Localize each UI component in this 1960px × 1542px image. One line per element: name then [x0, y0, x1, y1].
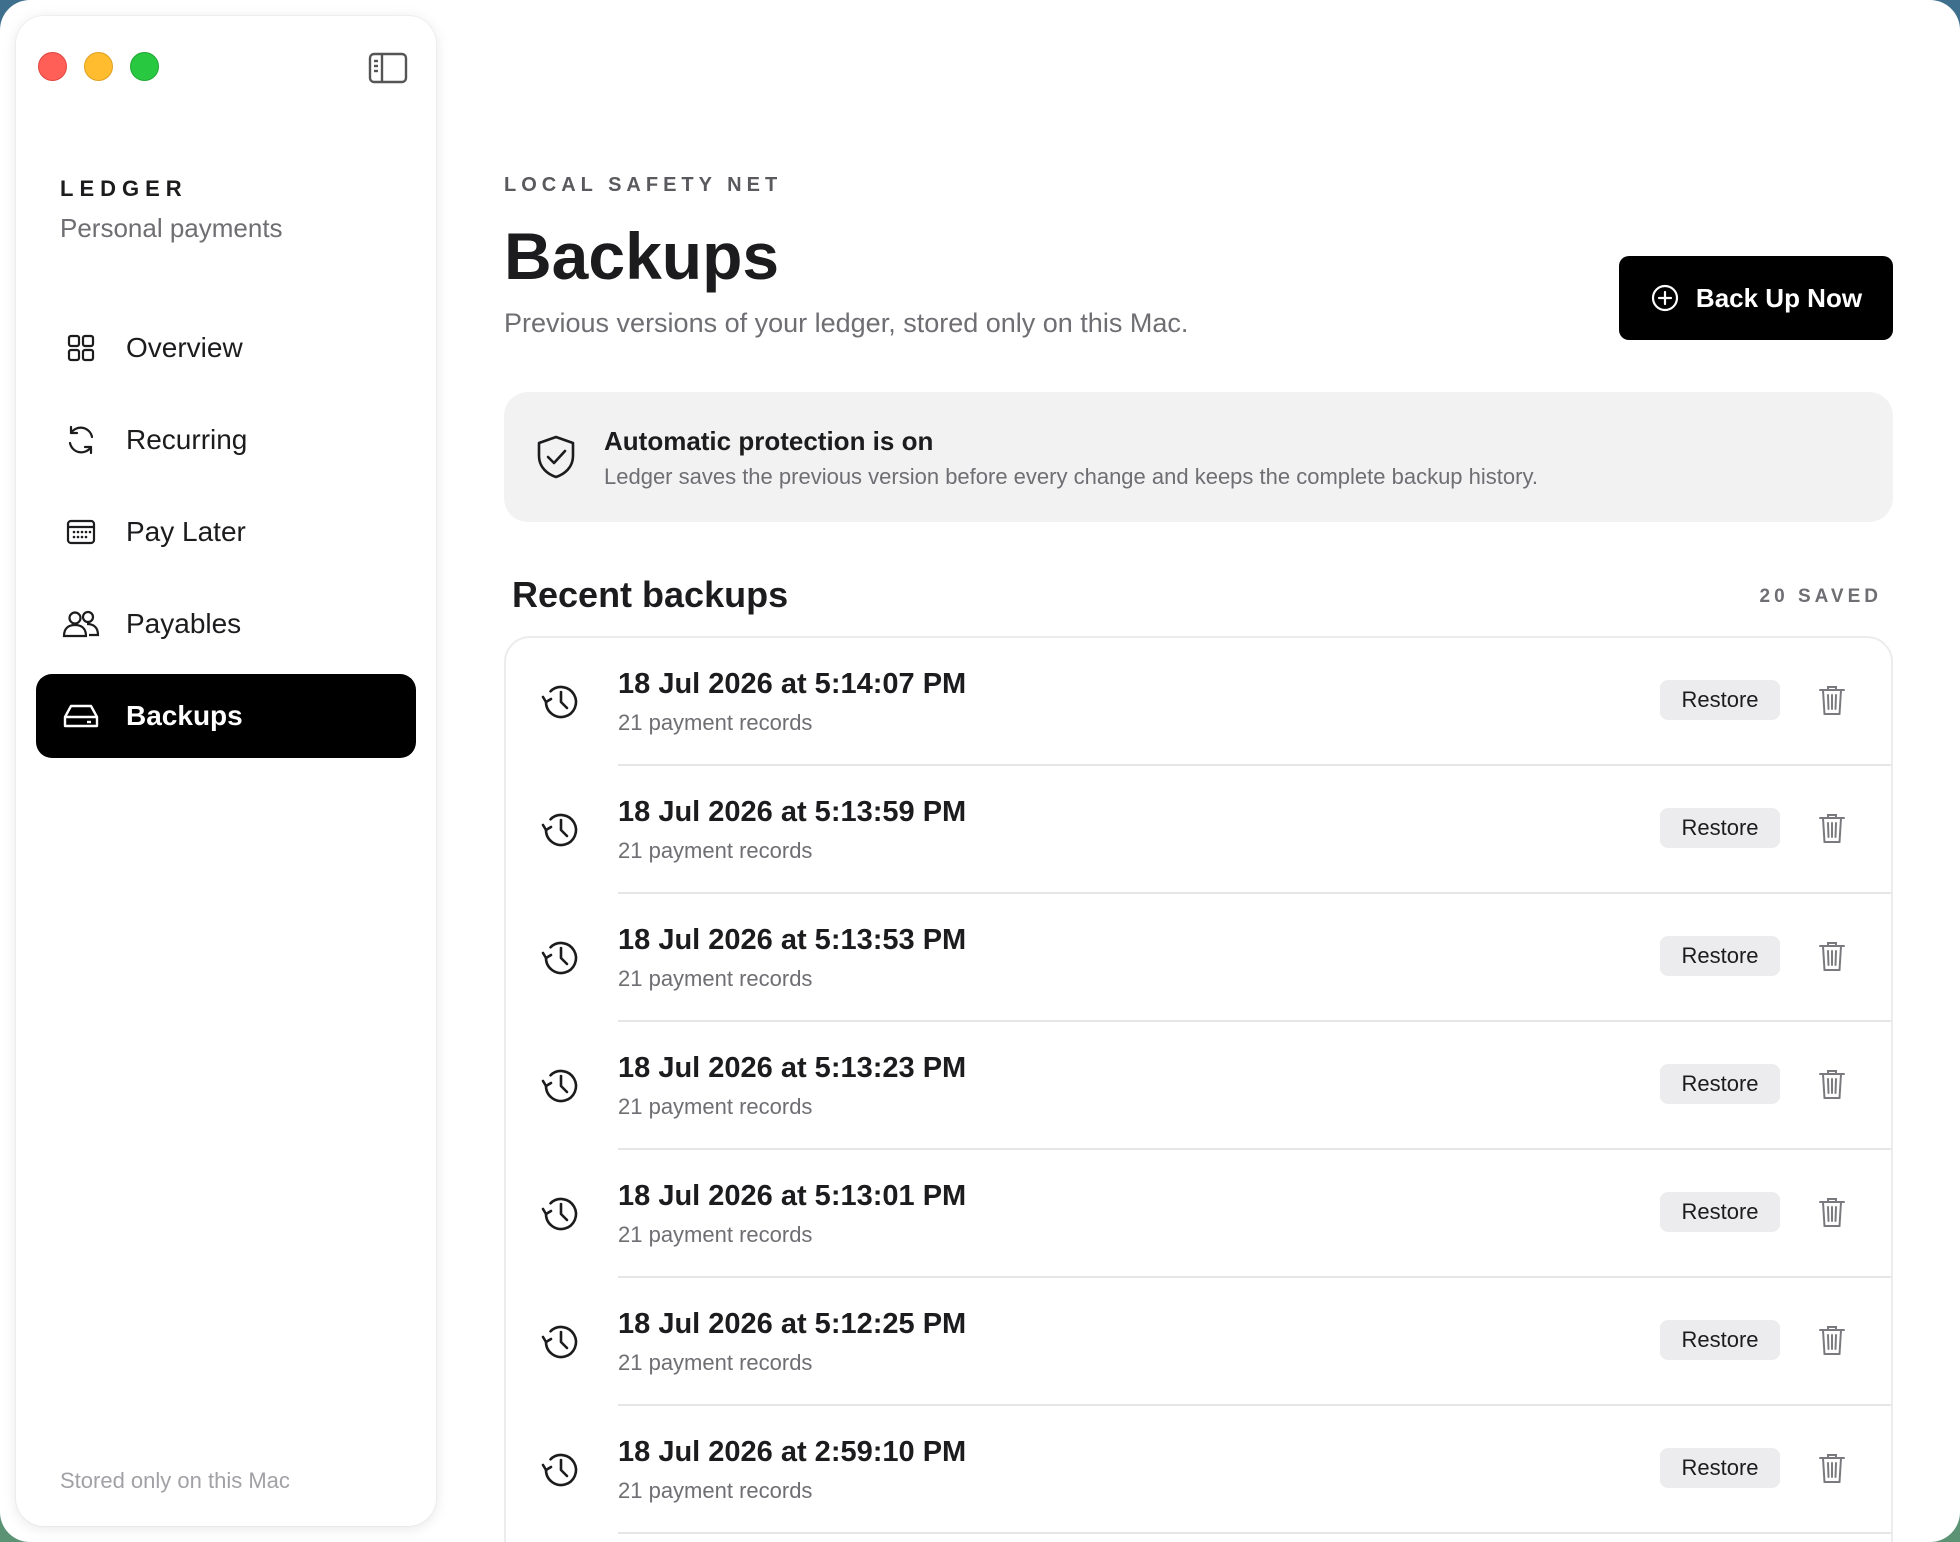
calendar-icon — [62, 513, 100, 551]
restore-button[interactable]: Restore — [1660, 808, 1780, 848]
close-window-button[interactable] — [38, 52, 67, 81]
sidebar-footer: Stored only on this Mac — [60, 1468, 290, 1493]
trash-icon[interactable] — [1818, 1324, 1846, 1356]
zoom-window-button[interactable] — [130, 52, 159, 81]
sidebar-item-recurring[interactable]: Recurring — [36, 398, 416, 482]
trash-icon[interactable] — [1818, 684, 1846, 716]
app-window: LEDGER Personal payments Overview Recurr… — [0, 0, 1960, 1542]
trash-icon[interactable] — [1818, 1196, 1846, 1228]
backup-timestamp: 18 Jul 2026 at 5:13:59 PM — [618, 796, 967, 828]
trash-icon[interactable] — [1818, 1068, 1846, 1100]
notice-text: Ledger saves the previous version before… — [604, 464, 1538, 489]
backup-timestamp: 18 Jul 2026 at 5:13:23 PM — [618, 1052, 967, 1084]
restore-button[interactable]: Restore — [1660, 1192, 1780, 1232]
trash-icon[interactable] — [1818, 1452, 1846, 1484]
backup-row: 18 Jul 2026 at 2:59:10 PM 21 payment rec… — [506, 1406, 1891, 1534]
notice-title: Automatic protection is on — [604, 426, 934, 456]
backup-timestamp: 18 Jul 2026 at 5:13:53 PM — [618, 924, 967, 956]
backup-list: 18 Jul 2026 at 5:14:07 PM 21 payment rec… — [504, 636, 1893, 1542]
sidebar-item-backups[interactable]: Backups — [36, 674, 416, 758]
sidebar-toggle-icon[interactable] — [368, 52, 408, 84]
backup-row: 18 Jul 2026 at 5:13:59 PM 21 payment rec… — [506, 766, 1891, 894]
sidebar-item-label: Recurring — [126, 424, 248, 455]
section-title: Recent backups — [512, 574, 789, 615]
app-brand-subtitle: Personal payments — [60, 213, 283, 243]
app-brand: LEDGER — [60, 176, 188, 201]
page-subtitle: Previous versions of your ledger, stored… — [504, 308, 1189, 338]
backup-record-count: 21 payment records — [618, 1478, 813, 1503]
backup-timestamp: 18 Jul 2026 at 2:59:10 PM — [618, 1436, 967, 1468]
backup-row: 18 Jul 2026 at 5:12:25 PM 21 payment rec… — [506, 1278, 1891, 1406]
backup-record-count: 21 payment records — [618, 1094, 813, 1119]
page-eyebrow: LOCAL SAFETY NET — [504, 174, 783, 196]
shield-check-icon — [534, 434, 578, 480]
protection-notice: Automatic protection is on Ledger saves … — [504, 392, 1893, 522]
page-title: Backups — [504, 219, 780, 293]
drive-icon — [62, 697, 100, 735]
backup-timestamp: 18 Jul 2026 at 5:14:07 PM — [618, 668, 967, 700]
restore-button[interactable]: Restore — [1660, 936, 1780, 976]
restore-button[interactable]: Restore — [1660, 1448, 1780, 1488]
main-content: LOCAL SAFETY NET Backups Previous versio… — [504, 0, 1893, 1542]
sidebar-item-label: Overview — [126, 332, 243, 363]
backup-row: 18 Jul 2026 at 5:13:01 PM 21 payment rec… — [506, 1150, 1891, 1278]
trash-icon[interactable] — [1818, 940, 1846, 972]
back-up-now-button[interactable]: Back Up Now — [1619, 256, 1893, 340]
sidebar-item-overview[interactable]: Overview — [36, 306, 416, 390]
sidebar-nav: Overview Recurring Pay Later Payables Ba… — [36, 306, 416, 766]
sidebar-item-label: Payables — [126, 608, 242, 639]
sidebar-item-label: Backups — [126, 700, 243, 731]
grid-icon — [62, 329, 100, 367]
history-icon — [540, 1065, 582, 1107]
backup-record-count: 21 payment records — [618, 710, 813, 735]
history-icon — [540, 809, 582, 851]
history-icon — [540, 937, 582, 979]
backup-record-count: 21 payment records — [618, 966, 813, 991]
backup-record-count: 21 payment records — [618, 1350, 813, 1375]
back-up-now-label: Back Up Now — [1695, 282, 1863, 313]
history-icon — [540, 681, 582, 723]
history-icon — [540, 1449, 582, 1491]
restore-button[interactable]: Restore — [1660, 680, 1780, 720]
backup-timestamp: 18 Jul 2026 at 5:12:25 PM — [618, 1308, 967, 1340]
backup-timestamp: 18 Jul 2026 at 5:13:01 PM — [618, 1180, 967, 1212]
people-icon — [62, 605, 100, 643]
sidebar-item-label: Pay Later — [126, 516, 246, 547]
desktop: LEDGER Personal payments Overview Recurr… — [0, 0, 1960, 1542]
restore-button[interactable]: Restore — [1660, 1320, 1780, 1360]
refresh-icon — [62, 421, 100, 459]
minimize-window-button[interactable] — [84, 52, 113, 81]
backup-row: 18 Jul 2026 at 5:13:23 PM 21 payment rec… — [506, 1022, 1891, 1150]
trash-icon[interactable] — [1818, 812, 1846, 844]
history-icon — [540, 1321, 582, 1363]
sidebar-item-pay-later[interactable]: Pay Later — [36, 490, 416, 574]
backup-row: 18 Jul 2026 at 5:14:07 PM 21 payment rec… — [506, 638, 1891, 766]
restore-button[interactable]: Restore — [1660, 1064, 1780, 1104]
backup-row: 18 Jul 2026 at 5:13:53 PM 21 payment rec… — [506, 894, 1891, 1022]
sidebar-item-payables[interactable]: Payables — [36, 582, 416, 666]
history-icon — [540, 1193, 582, 1235]
backup-record-count: 21 payment records — [618, 1222, 813, 1247]
sidebar: LEDGER Personal payments Overview Recurr… — [16, 16, 436, 1526]
saved-count-badge: 20 SAVED — [1759, 586, 1882, 607]
backup-record-count: 21 payment records — [618, 838, 813, 863]
plus-circle-icon — [1650, 283, 1680, 313]
